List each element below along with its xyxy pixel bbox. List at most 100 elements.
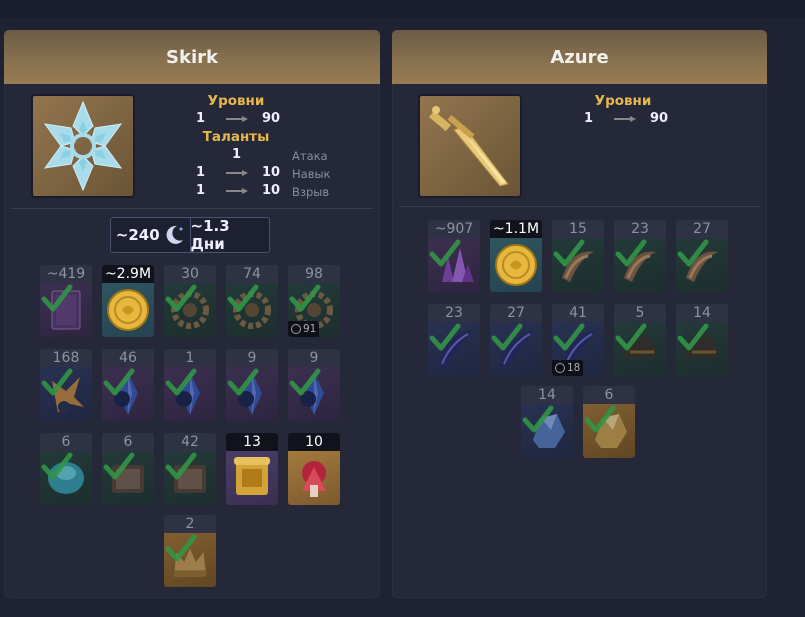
material-image <box>614 322 666 376</box>
material-item[interactable]: 27 <box>490 304 542 376</box>
level-from: 1 <box>584 111 594 126</box>
moon-icon <box>166 225 183 244</box>
checkmark-icon <box>41 452 73 480</box>
material-count: 9 <box>226 349 278 367</box>
material-image <box>164 283 216 337</box>
material-item[interactable]: 46 <box>102 349 154 421</box>
material-image <box>226 451 278 505</box>
mora-coin-icon <box>107 289 149 331</box>
material-item[interactable]: 42 <box>164 433 216 505</box>
material-item[interactable]: 168 <box>40 349 92 421</box>
checkmark-icon <box>677 239 709 267</box>
talent-burst-to: 10 <box>262 183 281 198</box>
material-image <box>288 451 340 505</box>
checkmark-icon <box>103 368 135 396</box>
material-item[interactable]: 5 <box>614 304 666 376</box>
material-item[interactable]: 98 91 <box>288 265 340 337</box>
days-cell: ~1.3 Дни <box>189 217 270 253</box>
material-item[interactable]: 14 <box>521 386 573 458</box>
material-image <box>552 238 604 292</box>
material-image <box>490 322 542 376</box>
material-item[interactable]: 6 <box>40 433 92 505</box>
craftable-badge: 91 <box>288 321 320 337</box>
azure-portrait[interactable] <box>418 94 522 198</box>
material-item[interactable]: ~907 <box>428 220 480 292</box>
material-count: 42 <box>164 433 216 451</box>
material-item[interactable]: 23 <box>428 304 480 376</box>
material-image <box>583 404 635 458</box>
material-image <box>490 238 542 292</box>
divider <box>399 206 760 207</box>
mora-coin-icon <box>495 244 537 286</box>
material-item[interactable]: 9 <box>288 349 340 421</box>
material-item[interactable]: ~2.9M <box>102 265 154 337</box>
talent-burst-name: Взрыв <box>292 185 330 199</box>
weapon-card-azure: Azure Уровни 1 90 ~907 ~1.1M 15 23 27 23 27 41 1… <box>392 30 767 598</box>
skirk-portrait[interactable] <box>31 94 135 198</box>
arrow-right-icon <box>226 170 248 176</box>
material-item[interactable]: 1 <box>164 349 216 421</box>
material-item[interactable]: 41 18 <box>552 304 604 376</box>
material-item[interactable]: 14 <box>676 304 728 376</box>
material-item[interactable]: 27 <box>676 220 728 292</box>
material-item[interactable]: ~419 <box>40 265 92 337</box>
craftable-badge: 18 <box>552 360 584 376</box>
material-image <box>164 367 216 421</box>
material-count: 23 <box>428 304 480 322</box>
resin-cell: ~240 <box>111 218 190 252</box>
material-item[interactable]: 6 <box>583 386 635 458</box>
material-count: 14 <box>521 386 573 404</box>
material-count: 9 <box>288 349 340 367</box>
material-image <box>288 367 340 421</box>
material-item[interactable]: 9 <box>226 349 278 421</box>
arrow-right-icon <box>614 116 636 122</box>
checkmark-icon <box>289 284 321 312</box>
craft-icon <box>555 363 565 373</box>
talents-title: Таланты <box>202 129 270 145</box>
talent-skill-name: Навык <box>292 167 331 181</box>
material-image <box>40 367 92 421</box>
sword-icon <box>429 106 509 187</box>
material-item[interactable]: 23 <box>614 220 666 292</box>
level-to: 90 <box>650 111 669 126</box>
checkmark-icon <box>491 323 523 351</box>
material-item[interactable]: 74 <box>226 265 278 337</box>
character-card-skirk: Skirk Уровни 1 90 Таланты 1 Атака 1 10 Н… <box>4 30 380 598</box>
material-count: 168 <box>40 349 92 367</box>
checkmark-icon <box>553 239 585 267</box>
material-item[interactable]: 13 <box>226 433 278 505</box>
checkmark-icon <box>165 284 197 312</box>
checkmark-icon <box>677 323 709 351</box>
material-count: 27 <box>676 220 728 238</box>
material-item[interactable]: ~1.1M <box>490 220 542 292</box>
divider <box>11 208 373 209</box>
material-image <box>428 238 480 292</box>
checkmark-icon <box>429 239 461 267</box>
material-count: 5 <box>614 304 666 322</box>
material-item[interactable]: 30 <box>164 265 216 337</box>
checkmark-icon <box>103 452 135 480</box>
level-from: 1 <box>196 111 206 126</box>
material-count: ~2.9M <box>102 265 154 283</box>
material-count: ~907 <box>428 220 480 238</box>
golden-scroll-icon <box>234 457 270 495</box>
material-count: 41 <box>552 304 604 322</box>
arrow-right-icon <box>226 116 248 122</box>
checkmark-icon <box>165 368 197 396</box>
material-image <box>40 451 92 505</box>
material-count: ~419 <box>40 265 92 283</box>
checkmark-icon <box>227 284 259 312</box>
material-image <box>164 533 216 587</box>
material-item[interactable]: 15 <box>552 220 604 292</box>
material-item[interactable]: 6 <box>102 433 154 505</box>
material-count: 27 <box>490 304 542 322</box>
material-item[interactable]: 2 <box>164 515 216 587</box>
checkmark-icon <box>41 368 73 396</box>
material-count: 1 <box>164 349 216 367</box>
material-item[interactable]: 10 <box>288 433 340 505</box>
talent-attack-from: 1 <box>232 147 242 162</box>
material-count: 15 <box>552 220 604 238</box>
checkmark-icon <box>615 239 647 267</box>
material-image <box>102 451 154 505</box>
checkmark-icon <box>553 323 585 351</box>
